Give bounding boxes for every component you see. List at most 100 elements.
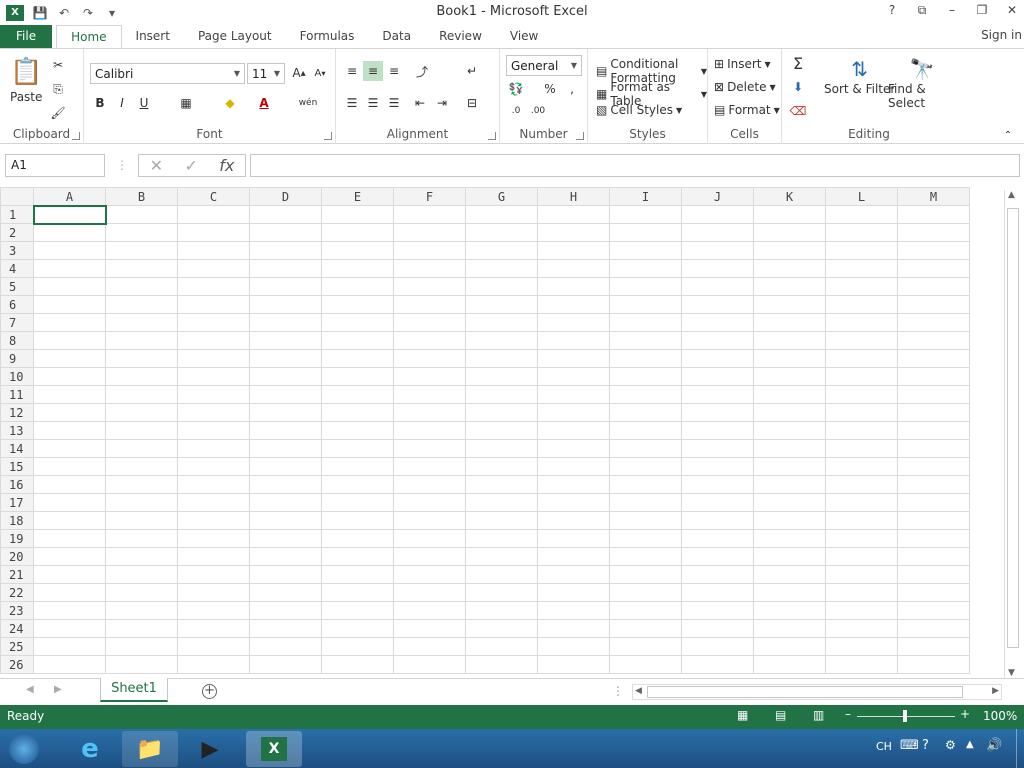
row-header[interactable]: 6 (0, 295, 34, 314)
cell-j9[interactable] (681, 349, 754, 368)
cell-g3[interactable] (465, 241, 538, 260)
cell-c23[interactable] (177, 601, 250, 620)
cell-e19[interactable] (321, 529, 394, 548)
cell-b15[interactable] (105, 457, 178, 476)
cell-l10[interactable] (825, 367, 898, 386)
cell-l22[interactable] (825, 583, 898, 602)
cell-j13[interactable] (681, 421, 754, 440)
cell-f19[interactable] (393, 529, 466, 548)
cell-a10[interactable] (33, 367, 106, 386)
row-header[interactable]: 21 (0, 565, 34, 584)
cell-g1[interactable] (465, 205, 538, 224)
cell-b17[interactable] (105, 493, 178, 512)
cell-h24[interactable] (537, 619, 610, 638)
cell-h4[interactable] (537, 259, 610, 278)
cell-f22[interactable] (393, 583, 466, 602)
cell-l23[interactable] (825, 601, 898, 620)
autosum-icon[interactable]: Σ (788, 53, 808, 73)
orientation-icon[interactable]: ⤴ (412, 61, 432, 81)
cell-m18[interactable] (897, 511, 970, 530)
cell-b24[interactable] (105, 619, 178, 638)
cell-j18[interactable] (681, 511, 754, 530)
cell-h22[interactable] (537, 583, 610, 602)
cell-a15[interactable] (33, 457, 106, 476)
cell-m14[interactable] (897, 439, 970, 458)
column-header-h[interactable]: H (537, 187, 610, 206)
column-header-f[interactable]: F (393, 187, 466, 206)
cell-i9[interactable] (609, 349, 682, 368)
cell-j19[interactable] (681, 529, 754, 548)
vertical-scroll-thumb[interactable] (1007, 208, 1019, 648)
cell-e4[interactable] (321, 259, 394, 278)
cell-l25[interactable] (825, 637, 898, 656)
sign-in-link[interactable]: Sign in (981, 28, 1022, 42)
cell-a11[interactable] (33, 385, 106, 404)
cell-c9[interactable] (177, 349, 250, 368)
row-header[interactable]: 20 (0, 547, 34, 566)
cell-c7[interactable] (177, 313, 250, 332)
cell-j15[interactable] (681, 457, 754, 476)
cell-f7[interactable] (393, 313, 466, 332)
cell-m19[interactable] (897, 529, 970, 548)
cell-m4[interactable] (897, 259, 970, 278)
cell-f4[interactable] (393, 259, 466, 278)
cell-c4[interactable] (177, 259, 250, 278)
cell-l8[interactable] (825, 331, 898, 350)
cell-j7[interactable] (681, 313, 754, 332)
align-middle-icon[interactable]: ≡ (363, 61, 383, 81)
tab-formulas[interactable]: Formulas (286, 25, 369, 49)
cell-e11[interactable] (321, 385, 394, 404)
cell-c5[interactable] (177, 277, 250, 296)
cell-k26[interactable] (753, 655, 826, 674)
cell-d2[interactable] (249, 223, 322, 242)
row-header[interactable]: 12 (0, 403, 34, 422)
row-header[interactable]: 16 (0, 475, 34, 494)
cell-e3[interactable] (321, 241, 394, 260)
number-launcher-icon[interactable] (576, 132, 584, 140)
cell-g17[interactable] (465, 493, 538, 512)
cell-c3[interactable] (177, 241, 250, 260)
cell-f23[interactable] (393, 601, 466, 620)
cell-k7[interactable] (753, 313, 826, 332)
cell-h15[interactable] (537, 457, 610, 476)
cell-i17[interactable] (609, 493, 682, 512)
cell-c17[interactable] (177, 493, 250, 512)
cell-f11[interactable] (393, 385, 466, 404)
decrease-decimal-icon[interactable]: .00 (528, 101, 548, 121)
zoom-level[interactable]: 100% (983, 709, 1017, 723)
cell-b14[interactable] (105, 439, 178, 458)
cell-h14[interactable] (537, 439, 610, 458)
cell-k18[interactable] (753, 511, 826, 530)
cell-a1[interactable] (32, 204, 107, 225)
cell-h16[interactable] (537, 475, 610, 494)
cell-f21[interactable] (393, 565, 466, 584)
cell-h21[interactable] (537, 565, 610, 584)
cell-m22[interactable] (897, 583, 970, 602)
cell-h17[interactable] (537, 493, 610, 512)
cell-j24[interactable] (681, 619, 754, 638)
decrease-font-icon[interactable]: A ▾ (310, 63, 330, 83)
customize-qat-icon[interactable]: ▾ (104, 5, 120, 21)
cell-l6[interactable] (825, 295, 898, 314)
row-header[interactable]: 11 (0, 385, 34, 404)
increase-decimal-icon[interactable]: .0 (506, 101, 526, 121)
cell-c25[interactable] (177, 637, 250, 656)
cell-d5[interactable] (249, 277, 322, 296)
cell-a4[interactable] (33, 259, 106, 278)
cell-j26[interactable] (681, 655, 754, 674)
taskbar-ie[interactable]: e (62, 731, 118, 767)
align-center-icon[interactable]: ☰ (363, 93, 383, 113)
cell-k9[interactable] (753, 349, 826, 368)
cell-i19[interactable] (609, 529, 682, 548)
column-header-b[interactable]: B (105, 187, 178, 206)
cell-m11[interactable] (897, 385, 970, 404)
cell-e21[interactable] (321, 565, 394, 584)
zoom-slider-thumb[interactable] (903, 710, 907, 722)
cell-i24[interactable] (609, 619, 682, 638)
cell-b26[interactable] (105, 655, 178, 674)
cell-f12[interactable] (393, 403, 466, 422)
align-right-icon[interactable]: ☰ (384, 93, 404, 113)
cell-j4[interactable] (681, 259, 754, 278)
cell-g21[interactable] (465, 565, 538, 584)
tab-home[interactable]: Home (56, 25, 122, 49)
